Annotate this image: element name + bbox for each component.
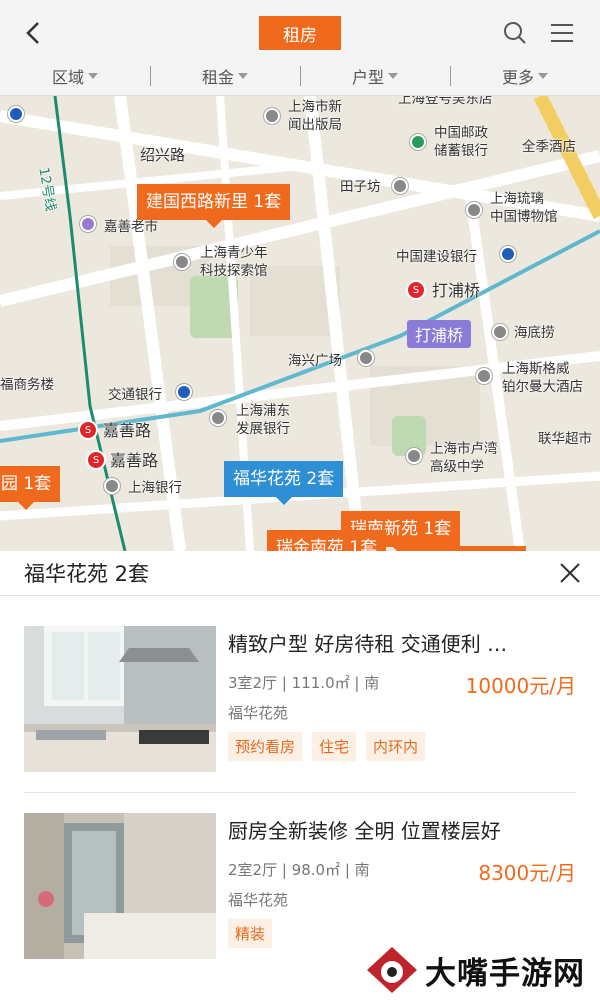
sheet-header: 福华花苑 2套 (0, 551, 600, 596)
map-label-market: 嘉善老市 (104, 219, 158, 235)
poi-icon (466, 202, 482, 218)
bank-icon (176, 384, 192, 400)
divider (24, 792, 576, 793)
metro-station-icon: S (78, 420, 98, 440)
metro-station-icon: S (406, 280, 426, 300)
map-label-lianhua: 联华超市 (538, 431, 592, 447)
map-label-luwan-school: 上海市卢湾 高级中学 (430, 441, 498, 475)
map-marker-ruijin[interactable]: 瑞金南苑 1套 (267, 530, 387, 551)
map-label-hotel: 全季酒店 (522, 139, 576, 155)
poi-icon (392, 178, 408, 194)
listing-price: 8300元/月 (478, 861, 576, 885)
bank-icon (8, 106, 24, 122)
listing-card[interactable]: 精致户型 好房待租 交通便利 … 3室2厅 | 111.0㎡ | 南 10000… (24, 626, 576, 776)
poi-icon (210, 410, 226, 426)
sheet-title: 福华花苑 2套 (24, 562, 150, 586)
tag: 预约看房 (228, 732, 303, 761)
poi-icon (174, 254, 190, 270)
map-label-tianzifang: 田子坊 (340, 179, 381, 195)
map-label-station-1: 嘉善路 (103, 421, 152, 440)
caret-down-icon (538, 73, 548, 79)
map-label-bank: 上海登号吴东店 (398, 96, 493, 107)
poi-icon (476, 368, 492, 384)
listing-tags: 预约看房 住宅 内环内 (228, 732, 426, 761)
search-icon (504, 22, 526, 44)
kitchen-photo (24, 626, 216, 772)
close-icon (560, 563, 580, 583)
caret-down-icon (388, 73, 398, 79)
map-marker-fuhua[interactable]: 福华花苑 2套 (224, 461, 344, 505)
list-view-button[interactable] (547, 18, 577, 48)
map-label-shaoxing-road: 绍兴路 (140, 146, 186, 164)
filter-more[interactable]: 更多 (450, 58, 600, 94)
map-label-post: 中国邮政 储蓄银行 (434, 125, 488, 159)
top-bar: 租房 区域 租金 户型 更多 (0, 0, 600, 96)
poi-icon (358, 350, 374, 366)
map-label-hotel-2: 上海斯格威 铂尔曼大酒店 (502, 361, 583, 395)
caret-down-icon (238, 73, 248, 79)
listing-sheet: 福华花苑 2套 精致户型 好房待租 交通便利 … 3室2厅 | 111.0㎡ |… (0, 551, 600, 1000)
listing-details: 2室2厅 | 98.0㎡ | 南 (228, 861, 370, 879)
listing-tags: 精装 (228, 919, 273, 948)
map-label-dapuqiao: 打浦桥 (432, 281, 481, 300)
tag: 精装 (228, 919, 273, 948)
map-label-pudong-bank: 上海浦东 发展银行 (236, 403, 290, 437)
watermark-text: 大嘴手游网 (425, 955, 585, 992)
map-label-haidilao: 海底捞 (514, 325, 555, 341)
listing-price: 10000元/月 (465, 674, 576, 698)
poi-icon (492, 324, 508, 340)
map-label-press: 上海市新 闻出版局 (288, 99, 342, 133)
filter-layout[interactable]: 户型 (300, 58, 450, 94)
shop-icon (80, 216, 96, 232)
listing-community: 福华花苑 (228, 891, 289, 909)
map-label-youth-center: 上海青少年 科技探索馆 (200, 245, 268, 279)
page-title[interactable]: 租房 (259, 16, 341, 50)
watermark-logo (367, 947, 417, 993)
map-label-museum: 上海琉璃 中国博物馆 (490, 191, 558, 225)
watermark: 大嘴手游网 (365, 940, 600, 1000)
tag: 住宅 (312, 732, 357, 761)
tag: 内环内 (366, 732, 426, 761)
listing-title: 精致户型 好房待租 交通便利 … (228, 632, 508, 656)
back-button[interactable] (18, 16, 48, 50)
list-icon (551, 24, 573, 42)
station-tag-dapuqiao[interactable]: 打浦桥 (407, 320, 472, 348)
listing-photo[interactable] (24, 626, 216, 772)
map-label-station-2: 嘉善路 (110, 451, 159, 470)
close-button[interactable] (556, 559, 584, 587)
map-marker-edge[interactable]: 园 1套 (0, 466, 61, 510)
map-label-ccb: 中国建设银行 (396, 249, 477, 265)
filter-bar: 区域 租金 户型 更多 (0, 58, 600, 94)
map-marker-jianguo[interactable]: 建国西路新里 1套 (137, 184, 291, 228)
filter-district[interactable]: 区域 (0, 58, 150, 94)
map-label-shbank: 上海银行 (128, 480, 182, 496)
poi-icon (104, 478, 120, 494)
caret-down-icon (88, 73, 98, 79)
post-icon (410, 134, 426, 150)
map-label-fuzhou: 福商务楼 (0, 377, 54, 393)
listing-photo[interactable] (24, 813, 216, 959)
room-photo (24, 813, 216, 959)
map-label-haixing: 海兴广场 (288, 353, 342, 369)
poi-icon (264, 108, 280, 124)
listing-community: 福华花苑 (228, 704, 289, 722)
listing-details: 3室2厅 | 111.0㎡ | 南 (228, 674, 380, 692)
filter-rent[interactable]: 租金 (150, 58, 300, 94)
bank-icon (500, 246, 516, 262)
poi-icon (406, 448, 422, 464)
map-view[interactable]: 上海市新 闻出版局 上海登号吴东店 中国邮政 储蓄银行 全季酒店 绍兴路 田子坊 上… (0, 96, 600, 551)
search-button[interactable] (500, 18, 530, 48)
chevron-left-icon (26, 22, 39, 44)
metro-station-icon: S (86, 450, 106, 470)
map-label-jiaotong: 交通银行 (108, 387, 162, 403)
listing-title: 厨房全新装修 全明 位置楼层好 (228, 819, 501, 843)
